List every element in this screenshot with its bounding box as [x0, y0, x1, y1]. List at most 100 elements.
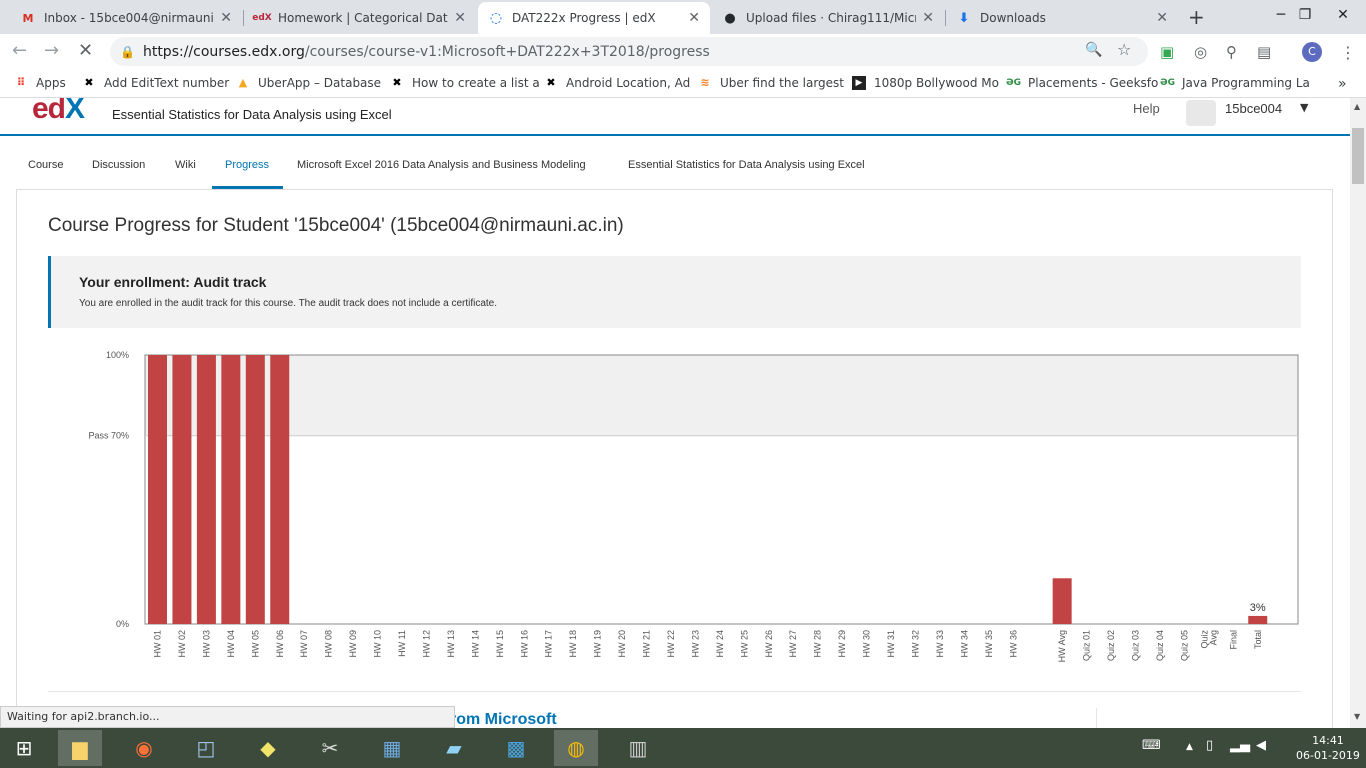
- x-tick-label: HW 32: [910, 630, 920, 658]
- sticky-notes-icon[interactable]: ◆: [246, 730, 290, 766]
- tab-progress[interactable]: ◌ DAT222x Progress | edX ✕: [478, 2, 710, 34]
- page-title: Course Progress for Student '15bce004' (…: [48, 215, 624, 236]
- notepad-icon[interactable]: ▰: [432, 730, 476, 766]
- new-tab-button[interactable]: +: [1188, 5, 1205, 29]
- x-tick-label: Quiz 03: [1131, 630, 1141, 661]
- tab-stats-course[interactable]: Essential Statistics for Data Analysis u…: [628, 159, 865, 171]
- close-window-button[interactable]: ✕: [1320, 0, 1366, 30]
- close-icon[interactable]: ✕: [688, 10, 700, 26]
- username-dropdown[interactable]: 15bce004: [1225, 101, 1282, 116]
- bookmark-item[interactable]: ✖ How to create a list a: [390, 76, 539, 90]
- tab-discussion[interactable]: Discussion: [92, 159, 145, 171]
- forward-button[interactable]: →: [44, 40, 59, 61]
- performance-monitor-icon[interactable]: ◰: [184, 730, 228, 766]
- x-tick-label: HW 17: [544, 630, 554, 658]
- extension-icon[interactable]: ▤: [1257, 43, 1271, 61]
- snipping-tool-icon[interactable]: ✂: [308, 730, 352, 766]
- url-host: https://courses.edx.org: [142, 43, 305, 60]
- lock-icon: 🔒: [120, 44, 135, 59]
- bookmark-item[interactable]: ▶ 1080p Bollywood Mo: [852, 76, 999, 90]
- browser-tab-strip: M Inbox - 15bce004@nirmauni.ac ✕ edX Hom…: [0, 0, 1366, 34]
- x-tick-label: HW 33: [935, 630, 945, 658]
- profile-avatar[interactable]: C: [1302, 42, 1322, 62]
- bar: [1052, 578, 1072, 624]
- close-icon[interactable]: ✕: [454, 10, 466, 26]
- close-icon[interactable]: ✕: [220, 10, 232, 26]
- scrollbar[interactable]: ▲ ▼: [1350, 98, 1366, 728]
- tab-gmail[interactable]: M Inbox - 15bce004@nirmauni.ac ✕: [10, 2, 242, 34]
- system-clock[interactable]: 14:41 06-01-2019: [1296, 733, 1360, 763]
- file-explorer-icon[interactable]: ▆: [58, 730, 102, 766]
- tab-wiki[interactable]: Wiki: [175, 159, 196, 171]
- bookmark-star-icon[interactable]: ☆: [1117, 40, 1131, 59]
- x-tick-label: Quiz 04: [1155, 630, 1165, 661]
- back-button[interactable]: ←: [12, 40, 27, 61]
- bookmark-item[interactable]: ≋ Uber find the largest: [698, 76, 844, 90]
- x-tick-label: Avg: [1208, 630, 1218, 645]
- tab-course[interactable]: Course: [28, 159, 63, 171]
- help-link[interactable]: Help: [1133, 101, 1160, 116]
- tab-homework[interactable]: edX Homework | Categorical Data, P ✕: [244, 2, 476, 34]
- enrollment-title: Your enrollment: Audit track: [79, 274, 267, 290]
- tab-downloads[interactable]: ⬇ Downloads ✕: [946, 2, 1178, 34]
- bookmark-item[interactable]: ✖ Add EditText number: [82, 76, 229, 90]
- calculator-icon[interactable]: ▦: [370, 730, 414, 766]
- progress-chart: 100% Pass 70% 0% HW 01 HW 02 HW 03 HW 04 HW 05 H…: [88, 350, 1299, 662]
- tab-github[interactable]: ● Upload files · Chirag111/Micros ✕: [712, 2, 944, 34]
- close-icon[interactable]: ✕: [922, 10, 934, 26]
- tab-label: Homework | Categorical Data, P: [278, 11, 448, 25]
- play-icon: ▶: [852, 76, 866, 90]
- x-tick-label: HW 06: [275, 630, 285, 658]
- avatar[interactable]: [1186, 100, 1216, 126]
- bookmark-item[interactable]: ƏG Placements - Geeksfo: [1006, 76, 1158, 90]
- volume-icon[interactable]: ◀: [1256, 738, 1266, 753]
- control-panel-icon[interactable]: ▩: [494, 730, 538, 766]
- bookmark-item[interactable]: ƏG Java Programming La: [1160, 76, 1310, 90]
- extension-icon[interactable]: ◎: [1194, 43, 1207, 61]
- app-icon[interactable]: ▥: [616, 730, 660, 766]
- x-tick-label: HW 21: [642, 630, 652, 658]
- keyboard-icon[interactable]: ⌨: [1142, 738, 1161, 753]
- menu-icon[interactable]: ⋮: [1340, 43, 1356, 62]
- x-tick-label: HW 02: [177, 630, 187, 658]
- stop-button[interactable]: ✕: [78, 40, 93, 61]
- x-tick-label: HW 31: [886, 630, 896, 658]
- tab-label: Upload files · Chirag111/Micros: [746, 11, 917, 25]
- more-bookmarks-icon[interactable]: »: [1338, 76, 1347, 92]
- extension-icon[interactable]: ▣: [1160, 43, 1174, 61]
- enrollment-text: You are enrolled in the audit track for …: [79, 298, 498, 309]
- chevron-up-icon[interactable]: ▲: [1186, 742, 1193, 752]
- bookmarks-bar: ⠿ Apps ✖ Add EditText number ▲ UberApp – Da…: [0, 70, 1366, 98]
- close-icon[interactable]: ✕: [1156, 10, 1168, 26]
- x-tick-label: Total: [1253, 630, 1263, 649]
- bookmark-item[interactable]: ✖ Android Location, Ad: [544, 76, 690, 90]
- zoom-icon[interactable]: ⚲: [1226, 43, 1237, 61]
- tab-progress[interactable]: Progress: [225, 159, 269, 171]
- x-tick-label: Quiz 05: [1179, 630, 1189, 661]
- bookmark-item[interactable]: ▲ UberApp – Database: [236, 76, 381, 90]
- edx-logo[interactable]: edX: [32, 98, 85, 126]
- bookmark-apps[interactable]: ⠿ Apps: [14, 76, 66, 90]
- firebase-icon: ▲: [238, 76, 248, 89]
- chrome-icon[interactable]: ◍: [554, 730, 598, 766]
- site-header: edX Essential Statistics for Data Analys…: [0, 98, 1350, 136]
- data-label: 3%: [1250, 602, 1266, 614]
- bar: [148, 355, 167, 624]
- x-tick-label: HW 35: [984, 630, 994, 658]
- network-icon[interactable]: ▂▄: [1230, 738, 1250, 753]
- y-tick-label: 100%: [106, 350, 129, 360]
- tab-label: Downloads: [980, 11, 1046, 25]
- chevron-down-icon[interactable]: ▼: [1300, 101, 1308, 114]
- address-bar[interactable]: 🔒 https://courses.edx.org/courses/course…: [110, 37, 1148, 66]
- windows-start-icon[interactable]: ⊞: [2, 730, 46, 766]
- firefox-icon[interactable]: ◉: [122, 730, 166, 766]
- scrollbar-thumb[interactable]: [1352, 128, 1364, 184]
- tab-excel-course[interactable]: Microsoft Excel 2016 Data Analysis and B…: [297, 159, 586, 171]
- divider: [48, 691, 1301, 692]
- url-path: /courses/course-v1:Microsoft+DAT222x+3T2…: [304, 43, 710, 60]
- loading-icon: ◌: [489, 10, 503, 26]
- battery-icon[interactable]: ▯: [1206, 738, 1213, 753]
- search-icon[interactable]: 🔍: [1085, 42, 1102, 58]
- status-bar: Waiting for api2.branch.io...: [0, 706, 455, 728]
- x-tick-label: HW 27: [788, 630, 798, 658]
